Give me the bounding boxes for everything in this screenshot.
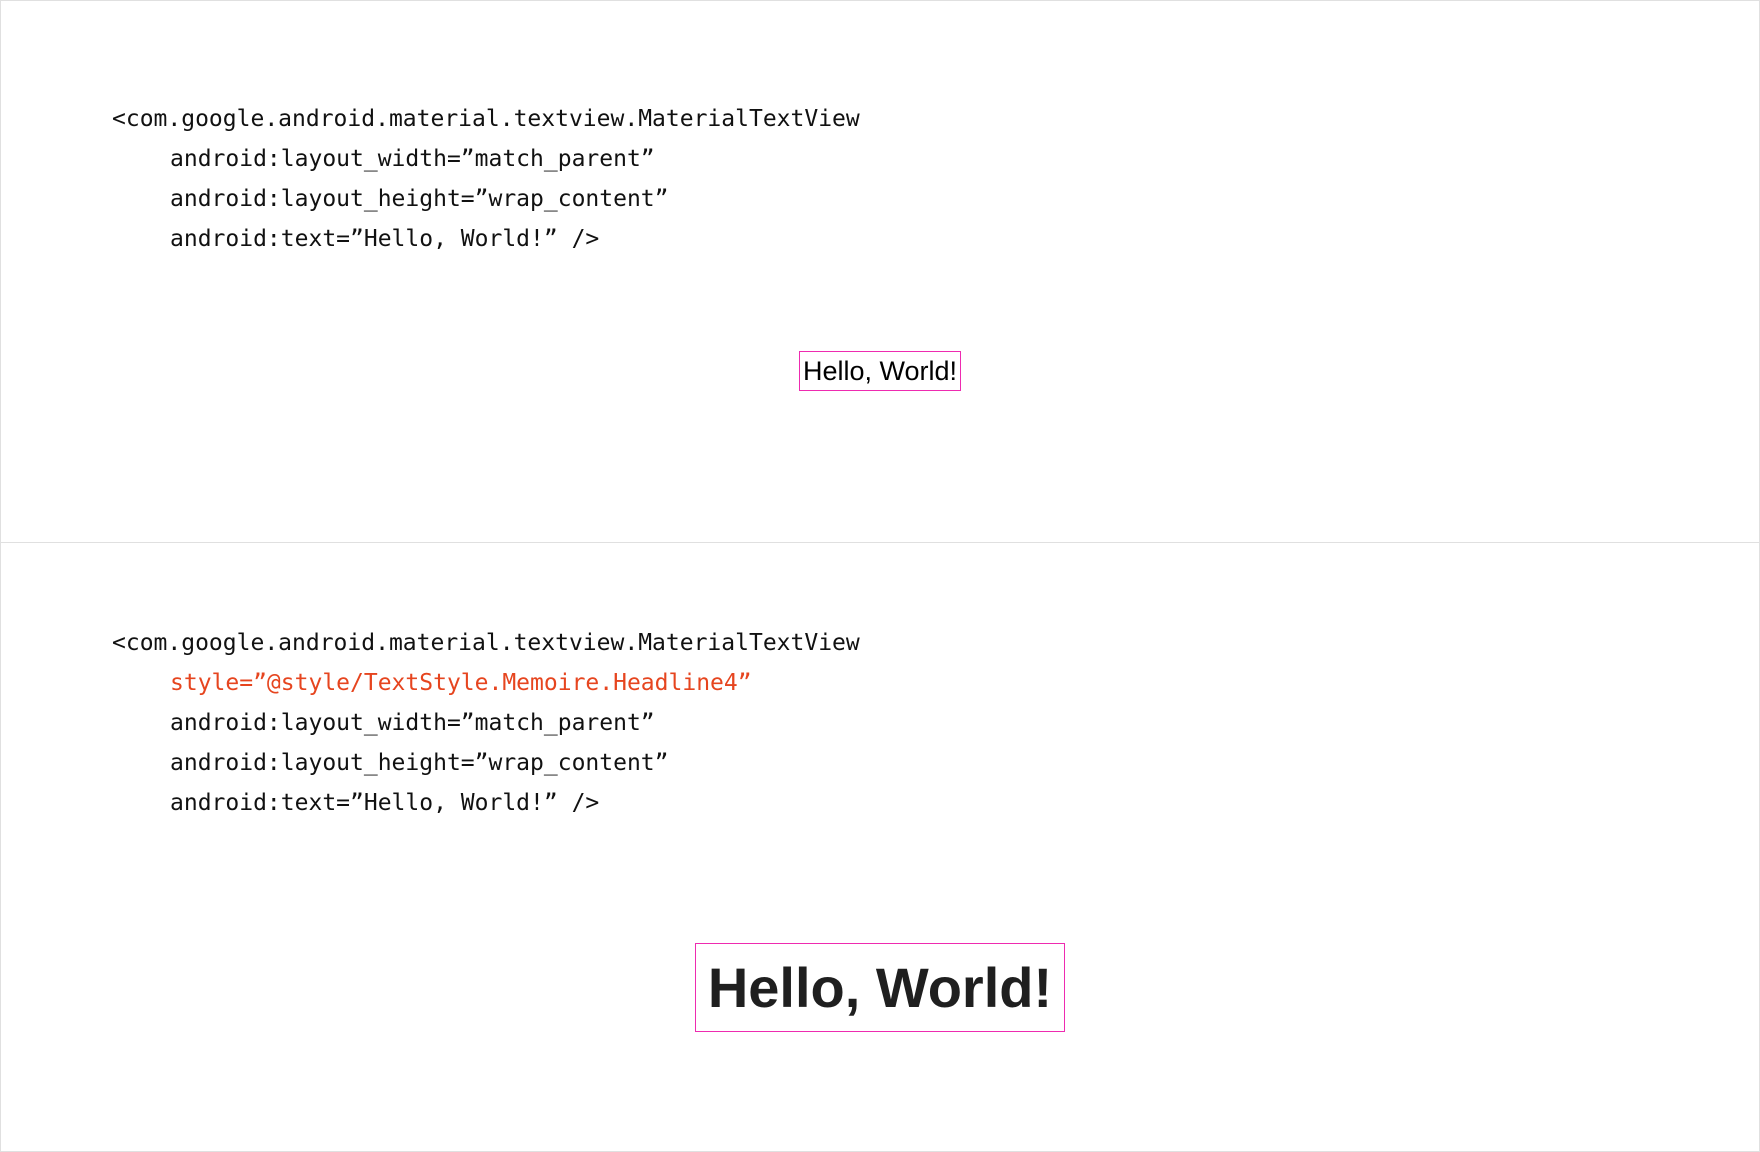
code-line-layout-height: android:layout_height=”wrap_content”: [170, 186, 669, 212]
textview-preview-default: Hello, World!: [799, 351, 961, 391]
code-line-layout-width: android:layout_width=”match_parent”: [170, 146, 655, 172]
code-line-text: android:text=”Hello, World!” />: [170, 790, 600, 816]
code-line-text: android:text=”Hello, World!” />: [170, 226, 600, 252]
panel-divider: [0, 542, 1760, 543]
preview-text: Hello, World!: [707, 956, 1053, 1019]
code-line-style-highlight: style=”@style/TextStyle.Memoire.Headline…: [170, 670, 752, 696]
code-line-layout-height: android:layout_height=”wrap_content”: [170, 750, 669, 776]
preview-text: Hello, World!: [802, 355, 958, 386]
code-line-layout-width: android:layout_width=”match_parent”: [170, 710, 655, 736]
xml-code-block: <com.google.android.material.textview.Ma…: [112, 623, 860, 823]
code-line-open-tag: <com.google.android.material.textview.Ma…: [112, 630, 860, 656]
textview-preview-headline4: Hello, World!: [695, 943, 1065, 1032]
xml-code-block: <com.google.android.material.textview.Ma…: [112, 99, 860, 259]
code-line-open-tag: <com.google.android.material.textview.Ma…: [112, 106, 860, 132]
